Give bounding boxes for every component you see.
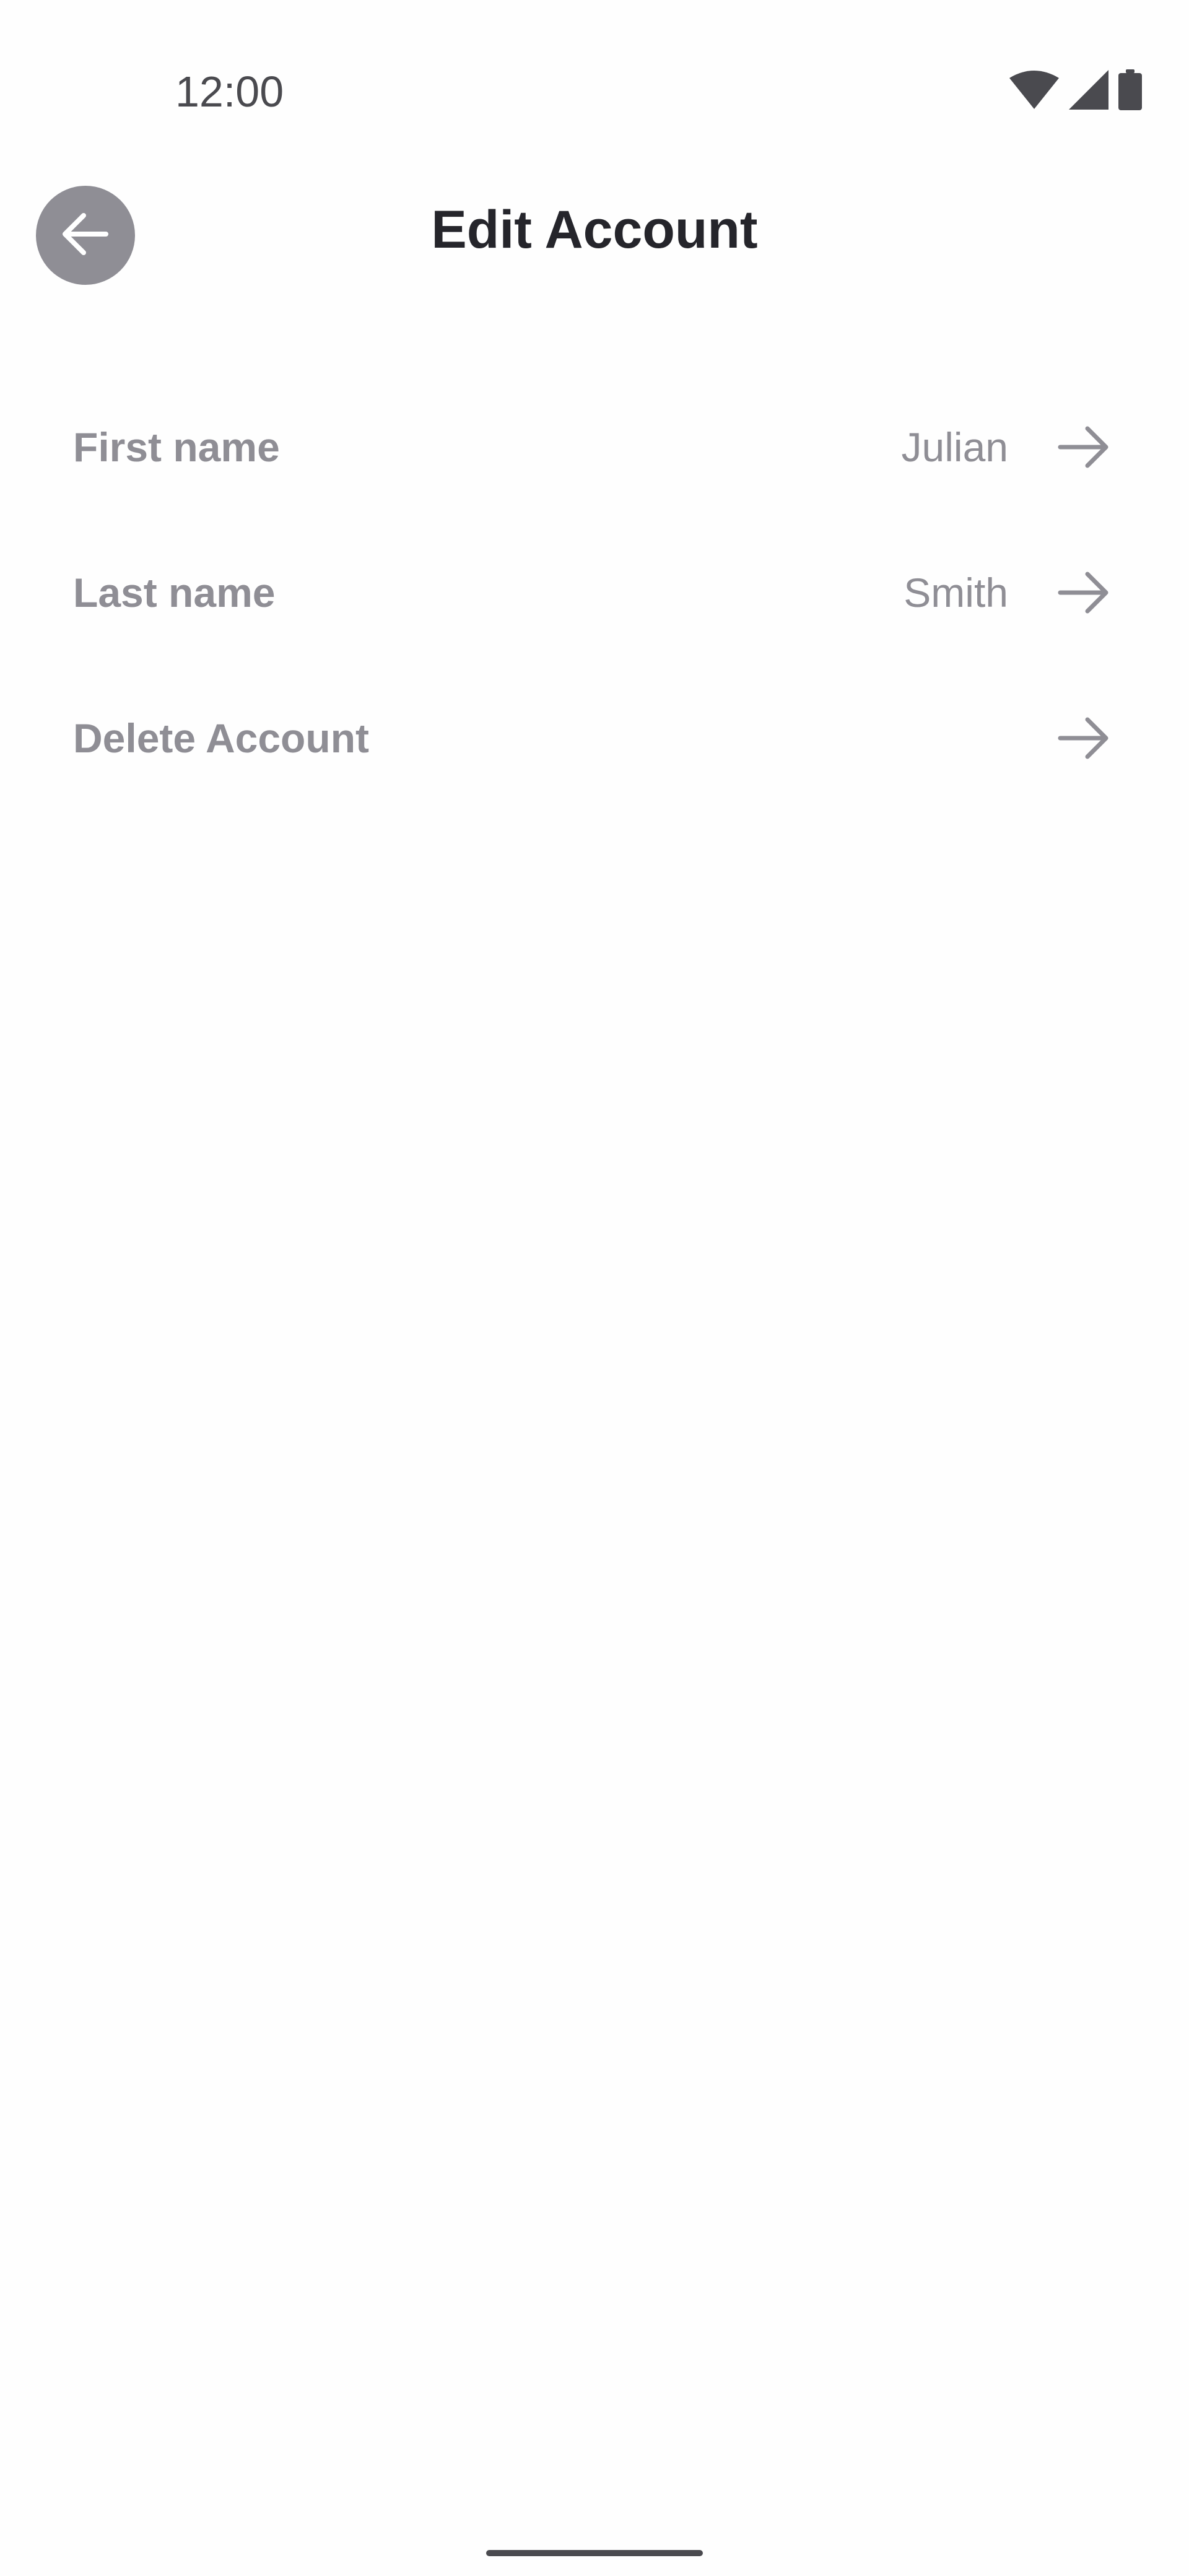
first-name-value: Julian: [901, 424, 1008, 470]
last-name-label: Last name: [73, 570, 276, 616]
status-bar: 12:00: [0, 0, 1189, 186]
first-name-label: First name: [73, 424, 280, 470]
status-time: 12:00: [175, 67, 284, 116]
cellular-signal-icon: [1069, 70, 1108, 110]
arrow-right-icon: [1056, 565, 1112, 620]
delete-account-label: Delete Account: [73, 715, 369, 761]
status-icons: [1009, 68, 1142, 111]
delete-account-row[interactable]: Delete Account: [0, 676, 1189, 800]
arrow-right-icon: [1056, 419, 1112, 475]
arrow-right-icon: [1056, 710, 1112, 766]
last-name-value: Smith: [904, 570, 1008, 616]
edit-account-screen: 12:00 Edit Account First name Julian Las…: [0, 0, 1189, 2576]
home-indicator[interactable]: [486, 2550, 703, 2556]
first-name-row[interactable]: First name Julian: [0, 385, 1189, 509]
battery-icon: [1118, 69, 1142, 110]
last-name-row[interactable]: Last name Smith: [0, 531, 1189, 655]
page-title: Edit Account: [431, 200, 758, 259]
wifi-icon: [1009, 71, 1059, 109]
